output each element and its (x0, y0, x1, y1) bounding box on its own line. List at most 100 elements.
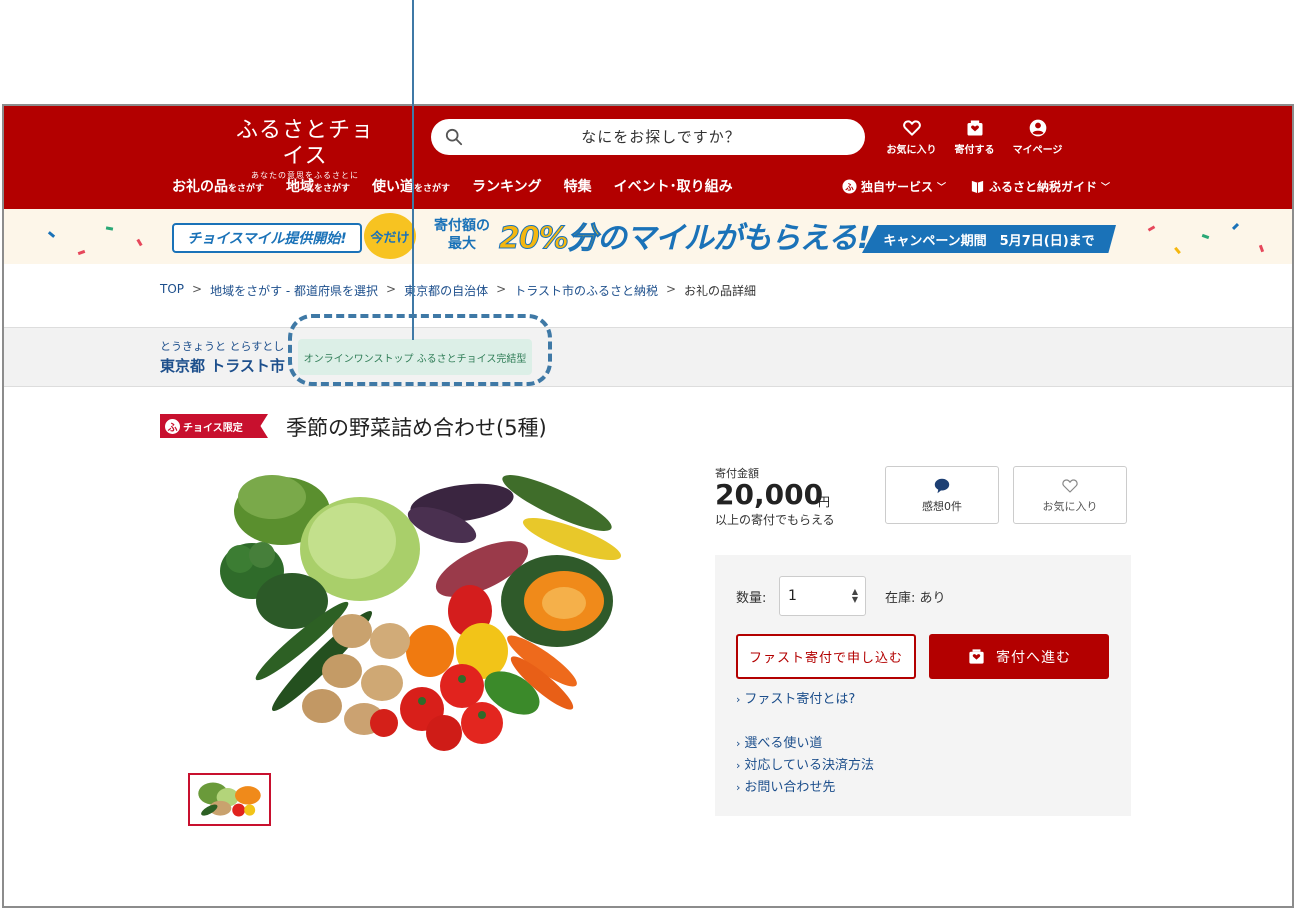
product-thumbnail[interactable] (188, 773, 271, 826)
banner-percent: 20%分 (499, 221, 599, 257)
confetti-decoration (1174, 246, 1181, 255)
nav-region[interactable]: 地域をさがす (286, 176, 350, 196)
banner-choice-mile-label: チョイスマイル提供開始! (172, 223, 362, 253)
donate-link-label: 寄付する (954, 145, 995, 156)
browser-frame: ふるさとチョイス あなたの意思をふるさとに お気に入り (2, 104, 1294, 908)
quantity-select[interactable]: 1 ▲ ▼ (779, 576, 866, 616)
nav-usage-main: 使い道 (372, 179, 415, 195)
link-usage-options-label: 選べる使い道 (744, 736, 823, 751)
stock-status: 在庫: あり (885, 591, 946, 606)
quantity-value: 1 (788, 588, 797, 604)
confetti-decoration (105, 226, 114, 231)
breadcrumb-separator: > (386, 282, 397, 296)
breadcrumb-separator: > (192, 282, 203, 296)
banner-headline: 20%分のマイルがもらえる! (499, 213, 871, 257)
nav-tax-guide-label: ふるさと納税ガイド (989, 180, 1098, 194)
chevron-right-icon: › (736, 737, 741, 750)
nav-original-services-label: 独自サービス (861, 180, 934, 194)
header-actions: お気に入り 寄付する マイページ (884, 118, 1065, 156)
breadcrumb-city[interactable]: トラスト市のふるさと納税 (514, 282, 658, 299)
breadcrumb-tokyo[interactable]: 東京都の自治体 (404, 282, 488, 299)
link-contact[interactable]: › お問い合わせ先 (736, 776, 835, 795)
favorite-button[interactable]: お気に入り (1013, 466, 1127, 524)
nav-usage-sub: をさがす (414, 184, 451, 194)
link-usage-options[interactable]: › 選べる使い道 (736, 732, 822, 751)
nav-gifts-sub: をさがす (228, 184, 265, 194)
nav-region-sub: をさがす (314, 184, 351, 194)
nav-events[interactable]: イベント･取り組み (614, 176, 733, 196)
nav-ranking[interactable]: ランキング (472, 176, 542, 196)
price-amount: 20,000 (715, 478, 824, 511)
speech-bubble-icon (934, 478, 950, 493)
site-header: ふるさとチョイス あなたの意思をふるさとに お気に入り (4, 106, 1292, 209)
banner-small-text: 寄付額の 最大 (427, 217, 497, 253)
breadcrumb-region[interactable]: 地域をさがす - 都道府県を選択 (210, 282, 378, 299)
nav-region-main: 地域 (286, 179, 315, 195)
confetti-decoration (136, 238, 143, 247)
nav-tax-guide[interactable]: ふるさと納税ガイド ﹀ (970, 178, 1110, 195)
nav-ranking-main: ランキング (472, 179, 542, 195)
furusato-logo-icon: ふ (842, 179, 857, 194)
confetti-decoration (77, 249, 86, 256)
link-fast-donation-info[interactable]: › ファスト寄付とは? (736, 688, 855, 707)
confetti-decoration (1201, 233, 1210, 240)
banner-headline-rest: のマイルがもらえる! (596, 221, 871, 256)
confetti-decoration (1147, 225, 1156, 232)
nav-feature-main: 特集 (563, 179, 592, 195)
chevron-right-icon: › (736, 781, 741, 794)
svg-text:ふ: ふ (845, 182, 854, 192)
favorite-label: お気に入り (1042, 499, 1098, 513)
nav-feature[interactable]: 特集 (564, 176, 592, 196)
mypage-label: マイページ (1012, 145, 1063, 156)
municipality-name[interactable]: 東京都 トラスト市 (160, 355, 285, 376)
banner-small-line1: 寄付額の (434, 218, 490, 234)
book-icon (971, 180, 984, 194)
chevron-down-icon: ﹀ (937, 183, 947, 193)
proceed-donation-button[interactable]: 寄付へ進む (929, 634, 1109, 679)
nav-original-services[interactable]: ふ 独自サービス ﹀ (842, 178, 946, 195)
annotation-pointer-line (412, 0, 414, 340)
quantity-label: 数量: (736, 591, 767, 606)
confetti-decoration (1231, 222, 1240, 231)
donation-panel: 数量: 1 ▲ ▼ 在庫: あり ファスト寄付で申し込む 寄付へ進む › ファスト寄… (715, 555, 1131, 816)
product-image (220, 475, 622, 751)
price-unit: 円 (818, 495, 831, 509)
select-arrows-icon: ▲ ▼ (851, 587, 858, 604)
price-note: 以上の寄付でもらえる (715, 513, 835, 527)
breadcrumb: TOP > 地域をさがす - 都道府県を選択 > 東京都の自治体 > トラスト市… (160, 282, 756, 299)
site-logo[interactable]: ふるさとチョイス あなたの意思をふるさとに (230, 118, 380, 181)
annotation-highlight-ring (288, 314, 552, 386)
favorites-label: お気に入り (886, 145, 937, 156)
campaign-banner[interactable]: チョイスマイル提供開始! 今だけ 寄付額の 最大 20%分のマイルがもらえる! … (4, 209, 1292, 264)
confetti-decoration (47, 231, 56, 238)
favorites-link[interactable]: お気に入り (884, 118, 939, 156)
banner-limited-circle: 今だけ (364, 213, 416, 259)
mypage-link[interactable]: マイページ (1010, 118, 1065, 156)
donate-box-icon (967, 120, 982, 136)
link-payment-methods[interactable]: › 対応している決済方法 (736, 754, 874, 773)
nav-events-main: イベント･取り組み (613, 179, 733, 195)
banner-period: キャンペーン期間 5月7日(日)まで (862, 225, 1116, 253)
link-payment-methods-label: 対応している決済方法 (744, 758, 875, 773)
donate-box-icon (969, 649, 984, 664)
breadcrumb-separator: > (665, 282, 677, 296)
reviews-label: 感想0件 (922, 499, 962, 513)
choice-limited-badge: ふ チョイス限定 (160, 414, 268, 438)
municipality-strip: とうきょうと とらすとし 東京都 トラスト市 オンラインワンストップ ふるさとチ… (4, 314, 1292, 387)
user-icon (1029, 119, 1046, 137)
heart-outline-icon (1062, 478, 1078, 493)
nav-gifts[interactable]: お礼の品をさがす (172, 176, 264, 196)
confetti-decoration (1258, 244, 1265, 253)
search-input[interactable] (471, 119, 851, 155)
heart-icon (902, 120, 921, 136)
banner-small-line2: 最大 (448, 236, 476, 252)
choice-limited-label: チョイス限定 (183, 422, 243, 434)
fast-donation-button[interactable]: ファスト寄付で申し込む (736, 634, 916, 679)
breadcrumb-top[interactable]: TOP (160, 282, 184, 299)
reviews-button[interactable]: 感想0件 (885, 466, 999, 524)
donate-link[interactable]: 寄付する (947, 118, 1002, 156)
breadcrumb-current: お礼の品詳細 (684, 284, 757, 298)
municipality-kana: とうきょうと とらすとし (160, 340, 285, 353)
thumbnail-image (192, 777, 267, 822)
search-icon[interactable] (445, 128, 463, 146)
